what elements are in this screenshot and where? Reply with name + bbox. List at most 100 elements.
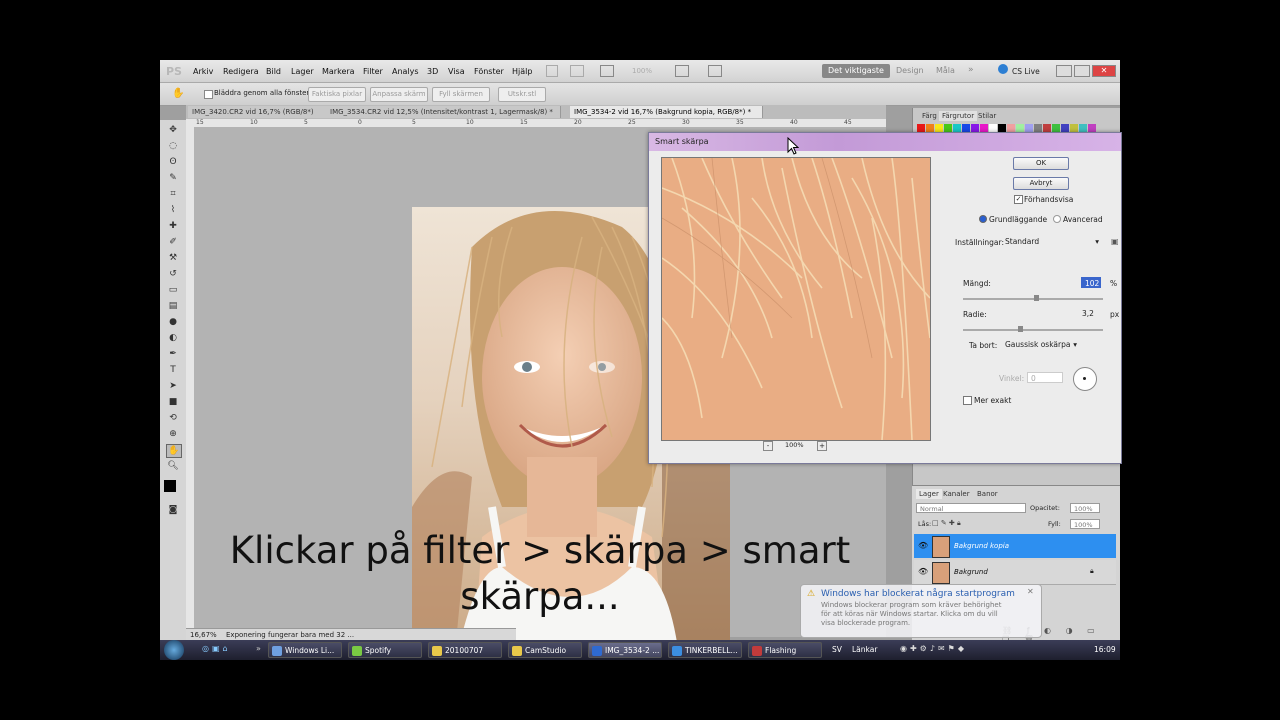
color-swatch[interactable] [1034,124,1042,132]
workspace-essentials[interactable]: Det viktigaste [822,64,890,78]
preview-pane[interactable] [661,157,931,441]
color-swatch[interactable] [935,124,943,132]
3d-orbit-tool-icon[interactable]: ⊕ [166,428,180,440]
healing-tool-icon[interactable]: ✚ [166,220,180,232]
fill-field[interactable]: 100% [1070,519,1100,529]
blur-tool-icon[interactable]: ● [166,316,180,328]
color-swatch[interactable] [1052,124,1060,132]
amount-slider-track[interactable] [963,298,1103,300]
taskbar-item[interactable]: Spotify [348,642,422,658]
quick-mask-icon[interactable]: ◙ [166,504,180,516]
quick-launch-more-icon[interactable]: » [256,644,261,653]
history-brush-tool-icon[interactable]: ↺ [166,268,180,280]
color-swatch[interactable] [1007,124,1015,132]
clone-stamp-tool-icon[interactable]: ⚒ [166,252,180,264]
menu-bild[interactable]: Bild [266,67,281,76]
color-swatch[interactable] [971,124,979,132]
close-icon[interactable]: ✕ [1027,587,1034,596]
radius-slider-thumb[interactable] [1017,326,1023,332]
color-swatch[interactable] [1061,124,1069,132]
zoom-level-field[interactable]: 100% [632,67,652,75]
color-swatch[interactable] [1043,124,1051,132]
color-swatch[interactable] [1025,124,1033,132]
amount-field[interactable]: 102 [1081,277,1101,288]
taskbar-item[interactable]: IMG_3534-2 ... [588,642,662,658]
color-swatch[interactable] [1088,124,1096,132]
amount-slider-thumb[interactable] [1034,295,1040,301]
cs-live-button[interactable]: CS Live [1012,67,1040,76]
language-indicator[interactable]: SV [832,645,842,654]
swatch-grid[interactable] [917,124,1117,132]
color-swatch[interactable] [1016,124,1024,132]
menu-hjalp[interactable]: Hjälp [512,67,532,76]
bridge-icon[interactable] [546,65,558,77]
menu-arkiv[interactable]: Arkiv [193,67,213,76]
taskbar-item[interactable]: 20100707 [428,642,502,658]
taskbar-item[interactable]: CamStudio [508,642,582,658]
tab-img-3534[interactable]: IMG_3534.CR2 vid 12,5% (Intensitet/kontr… [326,106,561,118]
color-swatch[interactable] [944,124,952,132]
color-swatch[interactable] [962,124,970,132]
color-swatch[interactable] [926,124,934,132]
quick-launch-icons[interactable]: ◎▣⌂ [202,644,231,653]
dodge-tool-icon[interactable]: ◐ [166,332,180,344]
menu-fonster[interactable]: Fönster [474,67,504,76]
layer-name[interactable]: Bakgrund kopia [954,542,1009,550]
color-swatch[interactable] [998,124,1006,132]
color-swatch[interactable] [953,124,961,132]
menu-markera[interactable]: Markera [322,67,355,76]
tray-icons[interactable]: ◉✚⚙♪✉⚑◆ [900,644,967,653]
tab-paths[interactable]: Banor [974,489,1001,499]
zoom-out-button[interactable]: - [763,441,773,451]
tab-styles[interactable]: Stilar [975,111,999,121]
shape-tool-icon[interactable]: ■ [166,396,180,408]
workspace-paint[interactable]: Måla [930,64,961,78]
pen-tool-icon[interactable]: ✒ [166,348,180,360]
zoom-tool-icon[interactable]: 🔍︎ [166,460,180,472]
tab-img-3420[interactable]: IMG_3420.CR2 vid 16,7% (RGB/8*) [188,106,327,118]
color-swatch[interactable] [980,124,988,132]
clock[interactable]: 16:09 [1094,645,1116,654]
status-zoom[interactable]: 16,67% [190,631,217,639]
opacity-field[interactable]: 100% [1070,503,1100,513]
marquee-tool-icon[interactable]: ◌ [166,140,180,152]
actual-pixels-button[interactable]: Faktiska pixlar [308,87,366,102]
radius-slider-track[interactable] [963,329,1103,331]
view-extras-icon[interactable] [600,65,614,77]
lasso-tool-icon[interactable]: ʘ [166,156,180,168]
cancel-button[interactable]: Avbryt [1013,177,1069,190]
tab-layers[interactable]: Lager [916,489,942,499]
ok-button[interactable]: OK [1013,157,1069,170]
path-select-tool-icon[interactable]: ➤ [166,380,180,392]
menu-analys[interactable]: Analys [392,67,419,76]
fit-screen-button[interactable]: Anpassa skärm [370,87,428,102]
remove-dropdown[interactable]: Gaussisk oskärpa ▾ [1005,340,1079,351]
visibility-eye-icon[interactable]: 👁︎ [918,567,928,576]
more-accurate-checkbox[interactable] [963,396,972,405]
blend-mode-select[interactable]: Normal [916,503,1026,513]
scroll-all-checkbox[interactable] [204,90,213,99]
color-swatch[interactable] [917,124,925,132]
gradient-tool-icon[interactable]: ▤ [166,300,180,312]
start-button[interactable] [164,640,184,660]
close-button[interactable]: ✕ [1092,65,1116,77]
eraser-tool-icon[interactable]: ▭ [166,284,180,296]
arrange-documents-icon[interactable] [675,65,689,77]
print-size-button[interactable]: Utskr.stl [498,87,546,102]
crop-tool-icon[interactable]: ⌗ [166,188,180,200]
radius-field[interactable]: 3,2 [1079,308,1101,319]
type-tool-icon[interactable]: T [166,364,180,376]
fill-screen-button[interactable]: Fyll skärmen [432,87,490,102]
hand-tool-active-icon[interactable]: ✋ [166,444,182,458]
taskbar-item[interactable]: Windows Li... [268,642,342,658]
tab-color[interactable]: Färg [919,111,940,121]
menu-redigera[interactable]: Redigera [223,67,259,76]
layer-row-bakgrund-kopia[interactable]: 👁︎ Bakgrund kopia [914,534,1116,558]
advanced-mode-radio[interactable] [1053,215,1061,223]
3d-rotate-tool-icon[interactable]: ⟲ [166,412,180,424]
menu-lager[interactable]: Lager [291,67,314,76]
layer-name[interactable]: Bakgrund [954,568,988,576]
foreground-color-swatch[interactable] [164,480,176,492]
menu-3d[interactable]: 3D [427,67,438,76]
workspace-more-icon[interactable]: » [968,65,974,75]
